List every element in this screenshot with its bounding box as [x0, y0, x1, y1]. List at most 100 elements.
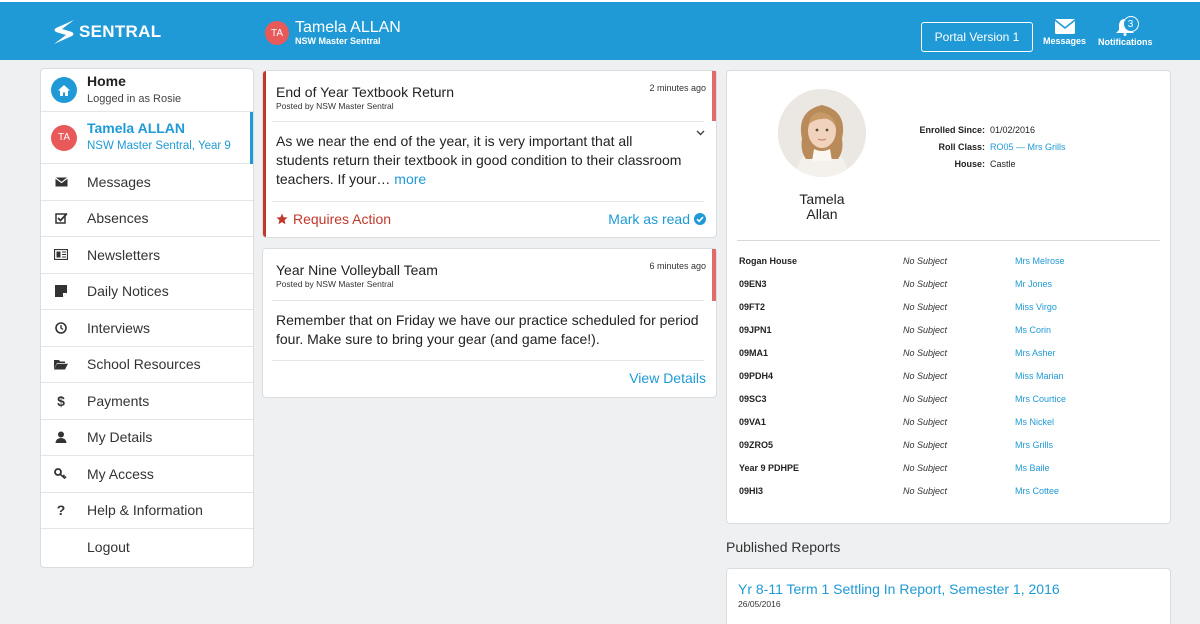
table-row: 09SC3 No Subject Mrs Courtice	[739, 387, 1159, 410]
notifications-button[interactable]: Notifications 3	[1098, 16, 1153, 47]
messages-button[interactable]: Messages	[1043, 18, 1086, 46]
key-icon	[53, 468, 69, 480]
published-reports-heading: Published Reports	[726, 539, 841, 555]
logo-text: SENTRAL	[79, 22, 162, 41]
house-label: House:	[954, 159, 985, 169]
student-last-name: Allan	[806, 206, 838, 222]
notice-body-text: Remember that on Friday we have our prac…	[276, 312, 699, 347]
class-name: 09SC3	[739, 393, 767, 404]
enrolled-row: Enrolled Since: 01/02/2016	[877, 122, 1066, 139]
report-card[interactable]: Yr 8-11 Term 1 Settling In Report, Semes…	[726, 568, 1171, 624]
class-subject: No Subject	[903, 439, 948, 450]
notice-time: 2 minutes ago	[649, 83, 706, 93]
table-row: 09JPN1 No Subject Ms Corin	[739, 318, 1159, 341]
classes-table: Rogan House No Subject Mrs Melrose 09EN3 No…	[739, 249, 1159, 502]
header-student-text: Tamela ALLAN NSW Master Sentral	[295, 20, 401, 46]
chevron-down-icon[interactable]	[696, 127, 705, 139]
sidebar-item-daily-notices[interactable]: Daily Notices	[41, 274, 253, 310]
view-details-link[interactable]: View Details	[629, 370, 706, 386]
student-info: Enrolled Since: 01/02/2016 Roll Class: R…	[877, 122, 1066, 173]
table-row: 09VA1 No Subject Ms Nickel	[739, 410, 1159, 433]
student-first-name: Tamela	[799, 191, 845, 207]
sidebar-student-text: Tamela ALLAN NSW Master Sentral, Year 9	[87, 120, 231, 154]
class-name: 09PDH4	[739, 370, 774, 381]
class-subject: No Subject	[903, 301, 948, 312]
class-name: 09ZRO5	[739, 439, 774, 450]
notice-title: End of Year Textbook Return	[276, 84, 454, 100]
student-full-name: Tamela Allan	[778, 192, 866, 222]
table-row: 09PDH4 No Subject Miss Marian	[739, 364, 1159, 387]
report-date: 26/05/2016	[738, 599, 781, 609]
avatar: TA	[265, 21, 289, 45]
more-link[interactable]: more	[394, 171, 426, 187]
divider	[272, 360, 704, 361]
sidebar-item-label: My Access	[87, 465, 154, 482]
notice-card[interactable]: Year Nine Volleyball Team Posted by NSW …	[262, 248, 717, 398]
sidebar-item-interviews[interactable]: Interviews	[41, 310, 253, 347]
envelope-icon	[1054, 19, 1076, 34]
priority-stripe	[712, 249, 716, 301]
home-icon	[51, 77, 77, 103]
sidebar-item-messages[interactable]: Messages	[41, 164, 253, 201]
teacher-link[interactable]: Mr Jones	[1015, 279, 1052, 289]
sidebar-item-my-details[interactable]: My Details	[41, 420, 253, 456]
house-value: Castle	[990, 159, 1016, 169]
teacher-link[interactable]: Mrs Melrose	[1015, 256, 1065, 266]
notice-body: As we near the end of the year, it is ve…	[276, 132, 688, 189]
sidebar-item-label: Logout	[87, 539, 130, 556]
teacher-link[interactable]: Miss Marian	[1015, 371, 1064, 381]
student-photo	[778, 89, 866, 177]
mark-as-read-label: Mark as read	[608, 211, 690, 227]
class-subject: No Subject	[903, 416, 948, 427]
sidebar-item-absences[interactable]: Absences	[41, 201, 253, 237]
notice-time: 6 minutes ago	[649, 261, 706, 271]
sidebar-item-help[interactable]: ? Help & Information	[41, 493, 253, 529]
class-name: 09JPN1	[739, 324, 772, 335]
teacher-link[interactable]: Mrs Cottee	[1015, 486, 1059, 496]
sentral-logo[interactable]: SENTRAL	[52, 19, 161, 45]
sidebar-item-label: My Details	[87, 429, 153, 446]
teacher-link[interactable]: Ms Corin	[1015, 325, 1051, 335]
notifications-label: Notifications	[1098, 37, 1153, 47]
table-row: 09MA1 No Subject Mrs Asher	[739, 341, 1159, 364]
notice-title: Year Nine Volleyball Team	[276, 262, 438, 278]
teacher-link[interactable]: Mrs Asher	[1015, 348, 1056, 358]
class-name: 09HI3	[739, 485, 764, 496]
roll-class-row: Roll Class: RO05 — Mrs Grills	[877, 139, 1066, 156]
mark-as-read-button[interactable]: Mark as read	[608, 211, 706, 227]
sentral-logo-icon	[54, 20, 74, 44]
sidebar-item-label: Absences	[87, 210, 149, 227]
teacher-link[interactable]: Mrs Courtice	[1015, 394, 1066, 404]
sidebar-item-logout[interactable]: Logout	[41, 529, 253, 566]
sidebar-item-label: Daily Notices	[87, 283, 169, 300]
sidebar-item-newsletters[interactable]: Newsletters	[41, 237, 253, 274]
house-row: House: Castle	[877, 156, 1066, 173]
teacher-link[interactable]: Ms Baile	[1015, 463, 1050, 473]
class-subject: No Subject	[903, 370, 948, 381]
teacher-link[interactable]: Miss Virgo	[1015, 302, 1057, 312]
sidebar-student-subtitle: NSW Master Sentral, Year 9	[87, 140, 231, 153]
sidebar-item-student[interactable]: TA Tamela ALLAN NSW Master Sentral, Year…	[41, 112, 253, 164]
teacher-link[interactable]: Mrs Grills	[1015, 440, 1053, 450]
roll-class-link[interactable]: RO05 — Mrs Grills	[990, 139, 1066, 156]
notice-body: Remember that on Friday we have our prac…	[276, 311, 706, 349]
unread-indicator	[263, 71, 266, 237]
class-name: 09EN3	[739, 278, 767, 289]
sidebar-item-payments[interactable]: $ Payments	[41, 383, 253, 420]
notice-card[interactable]: End of Year Textbook Return Posted by NS…	[262, 70, 717, 238]
teacher-link[interactable]: Ms Nickel	[1015, 417, 1054, 427]
class-name: Rogan House	[739, 255, 798, 266]
requires-action-text: Requires Action	[293, 211, 392, 227]
sidebar-item-home[interactable]: Home Logged in as Rosie	[41, 69, 253, 112]
sidebar-item-school-resources[interactable]: School Resources	[41, 347, 253, 383]
enrolled-value: 01/02/2016	[990, 125, 1036, 135]
portal-version-button[interactable]: Portal Version 1	[921, 22, 1033, 52]
sidebar-home-subtitle: Logged in as Rosie	[87, 92, 182, 105]
header-student[interactable]: TA Tamela ALLAN NSW Master Sentral	[265, 20, 401, 46]
sidebar-item-my-access[interactable]: My Access	[41, 456, 253, 493]
table-row: 09ZRO5 No Subject Mrs Grills	[739, 433, 1159, 456]
report-title-link[interactable]: Yr 8-11 Term 1 Settling In Report, Semes…	[738, 581, 1060, 597]
header-student-name: Tamela ALLAN	[295, 19, 401, 36]
divider	[272, 201, 704, 202]
sidebar-item-label: Interviews	[87, 319, 151, 336]
